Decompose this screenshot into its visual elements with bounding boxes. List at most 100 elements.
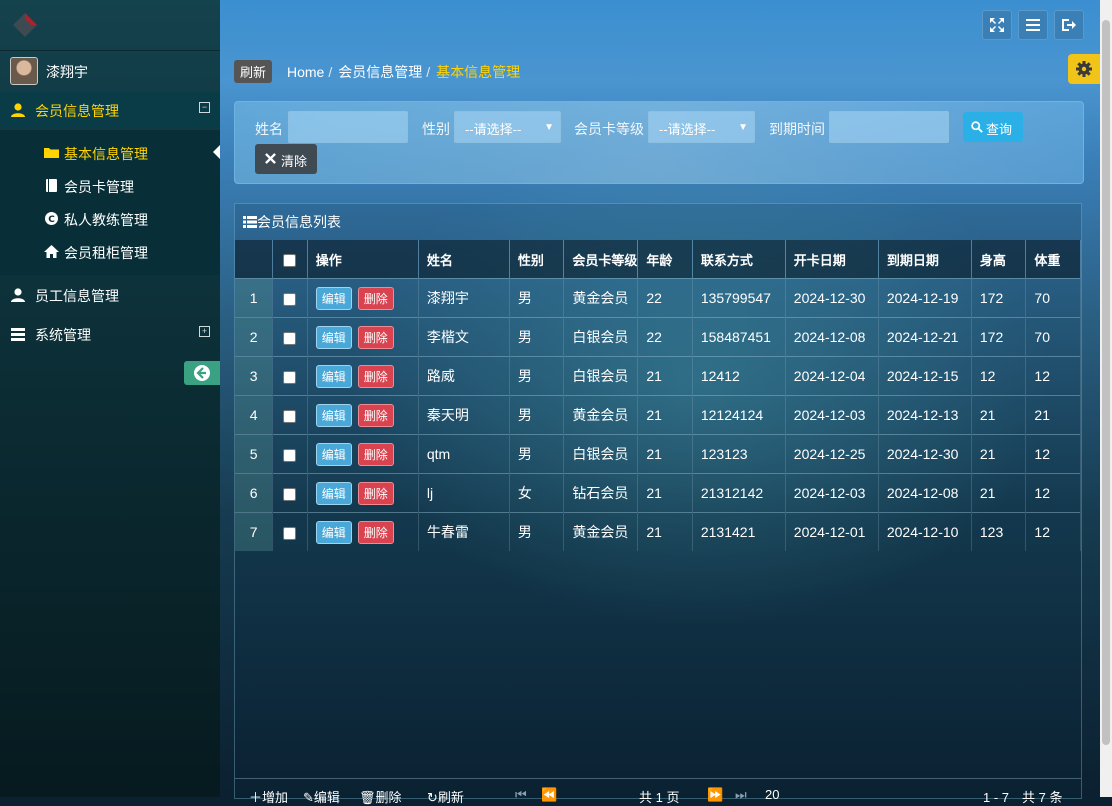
cell-card: 钻石会员 [563, 473, 639, 513]
nav-system[interactable]: 系统管理 + [0, 316, 220, 352]
expire-date-input[interactable] [829, 111, 949, 143]
breadcrumb: Home / 会员信息管理 / 基本信息管理 [287, 64, 521, 80]
cell-weight: 70 [1025, 317, 1081, 357]
card-level-select[interactable]: --请选择-- ▼ [648, 111, 755, 143]
edit-button[interactable]: 编辑 [315, 481, 352, 505]
row-number: 2 [235, 317, 274, 357]
edit-button[interactable]: 编辑 [315, 364, 352, 388]
table-row[interactable]: 4 编辑 删除 秦天明男黄金会员 21 12124124 2024-12-03 2024-12… [235, 395, 1081, 435]
svg-text:C: C [48, 215, 55, 225]
clear-button[interactable]: 清除 [255, 144, 317, 174]
row-checkbox[interactable] [283, 448, 297, 462]
nav-member-info[interactable]: 会员信息管理 − [0, 92, 220, 128]
user-name: 漆翔宇 [46, 64, 88, 80]
scrollbar-thumb[interactable] [1102, 20, 1110, 745]
column-header[interactable]: 联系方式 [692, 240, 786, 279]
table-row[interactable]: 7 编辑 删除 牛春雷男黄金会员 21 2131421 2024-12-01 2024-12-… [235, 512, 1081, 551]
cell-gender: 男 [509, 434, 565, 474]
cell-gender: 男 [509, 395, 565, 435]
table-row[interactable]: 6 编辑 删除 lj 女钻石会员 21 21312142 2024-12-03 2024-12-… [235, 473, 1081, 513]
chevron-down-icon: ▼ [738, 122, 748, 133]
name-input[interactable] [288, 111, 408, 143]
collapse-toggle-icon[interactable]: − [199, 102, 210, 113]
close-icon [265, 153, 276, 164]
copyright-icon: C [45, 212, 58, 225]
delete-button[interactable]: 删除 [357, 520, 394, 544]
cell-age: 21 [637, 512, 693, 551]
settings-button[interactable] [1068, 54, 1100, 84]
page-scrollbar[interactable] [1100, 0, 1112, 797]
column-header[interactable]: 性别 [509, 240, 565, 279]
breadcrumb-member-info[interactable]: 会员信息管理 [338, 64, 422, 80]
menu-button[interactable] [1018, 10, 1048, 40]
row-checkbox[interactable] [283, 292, 297, 306]
edit-button[interactable]: 编辑 [315, 403, 352, 427]
delete-button[interactable]: 删除 [357, 481, 394, 505]
collapse-sidebar-button[interactable] [184, 361, 220, 385]
delete-button[interactable]: 删除 [357, 403, 394, 427]
card-level-select-value: --请选择-- [659, 122, 716, 137]
query-button-label: 查询 [986, 122, 1013, 137]
breadcrumb-home[interactable]: Home [287, 64, 324, 80]
list-title: 会员信息列表 [243, 212, 341, 232]
page-size-select[interactable]: 20 [765, 787, 779, 802]
next-page-icon[interactable]: ⏩ [707, 787, 723, 803]
column-header[interactable]: 年龄 [637, 240, 693, 279]
refresh-tab-button[interactable]: 刷新 [234, 60, 273, 83]
logout-icon [1062, 19, 1076, 31]
cell-phone: 21312142 [692, 473, 786, 513]
cell-card: 黄金会员 [563, 395, 639, 435]
arrow-left-circle-icon [194, 365, 210, 381]
cell-age: 21 [637, 356, 693, 396]
delete-button[interactable]: 删除 [357, 364, 394, 388]
sidebar-item-locker-rental[interactable]: 会员租柜管理 [44, 241, 214, 263]
column-header[interactable]: 身高 [971, 240, 1027, 279]
sidebar-item-basic-info[interactable]: 基本信息管理 [44, 142, 214, 164]
edit-button[interactable]: 编辑 [315, 325, 352, 349]
sidebar-item-member-card[interactable]: 会员卡管理 [44, 175, 214, 197]
column-header[interactable]: 到期日期 [878, 240, 972, 279]
table-row[interactable]: 1 编辑 删除 漆翔宇男黄金会员 22 135799547 2024-12-30 2024-1… [235, 278, 1081, 318]
last-page-icon[interactable]: ⏭ [735, 787, 747, 803]
row-checkbox[interactable] [283, 409, 297, 423]
list-icon [243, 216, 257, 228]
delete-button[interactable]: 删除 [357, 286, 394, 310]
logout-button[interactable] [1054, 10, 1084, 40]
prev-page-icon[interactable]: ⏪ [541, 787, 557, 803]
cell-open: 2024-12-08 [785, 317, 879, 357]
edit-button[interactable]: 编辑 [315, 442, 352, 466]
expand-toggle-icon[interactable]: + [199, 326, 210, 337]
member-table: 操作 姓名 性别 会员卡等级 年龄 联系方式 开卡日期 到期日期 身高 体重 1… [235, 240, 1081, 551]
row-checkbox-cell [272, 395, 308, 435]
row-checkbox[interactable] [283, 526, 297, 540]
select-all-checkbox[interactable] [283, 253, 297, 267]
sidebar-item-personal-trainer[interactable]: C 私人教练管理 [44, 208, 214, 230]
fullscreen-button[interactable] [982, 10, 1012, 40]
table-row[interactable]: 3 编辑 删除 路威男白银会员 21 12412 2024-12-04 2024-12-15 1… [235, 356, 1081, 396]
cell-expire: 2024-12-19 [878, 278, 972, 318]
column-header[interactable]: 开卡日期 [785, 240, 879, 279]
cell-age: 22 [637, 278, 693, 318]
row-actions: 编辑 删除 [307, 278, 419, 318]
column-header[interactable]: 会员卡等级 [563, 240, 639, 279]
cell-open: 2024-12-01 [785, 512, 879, 551]
edit-button[interactable]: 编辑 [315, 286, 352, 310]
query-button[interactable]: 查询 [963, 112, 1023, 142]
active-indicator [213, 145, 220, 159]
logo-icon [13, 13, 37, 37]
column-header[interactable]: 姓名 [418, 240, 510, 279]
edit-button[interactable]: 编辑 [315, 520, 352, 544]
column-header[interactable]: 体重 [1025, 240, 1081, 279]
row-checkbox[interactable] [283, 370, 297, 384]
cell-open: 2024-12-03 [785, 473, 879, 513]
delete-button[interactable]: 删除 [357, 442, 394, 466]
row-checkbox[interactable] [283, 331, 297, 345]
table-row[interactable]: 2 编辑 删除 李楷文男白银会员 22 158487451 2024-12-08 2024-1… [235, 317, 1081, 357]
nav-staff-info[interactable]: 员工信息管理 [0, 277, 220, 313]
cell-name: 路威 [418, 356, 510, 396]
row-checkbox[interactable] [283, 487, 297, 501]
gender-select[interactable]: --请选择-- ▼ [454, 111, 561, 143]
table-row[interactable]: 5 编辑 删除 qtm 男白银会员 21 123123 2024-12-25 2024-12-3… [235, 434, 1081, 474]
first-page-icon[interactable]: ⏮ [515, 787, 527, 803]
delete-button[interactable]: 删除 [357, 325, 394, 349]
